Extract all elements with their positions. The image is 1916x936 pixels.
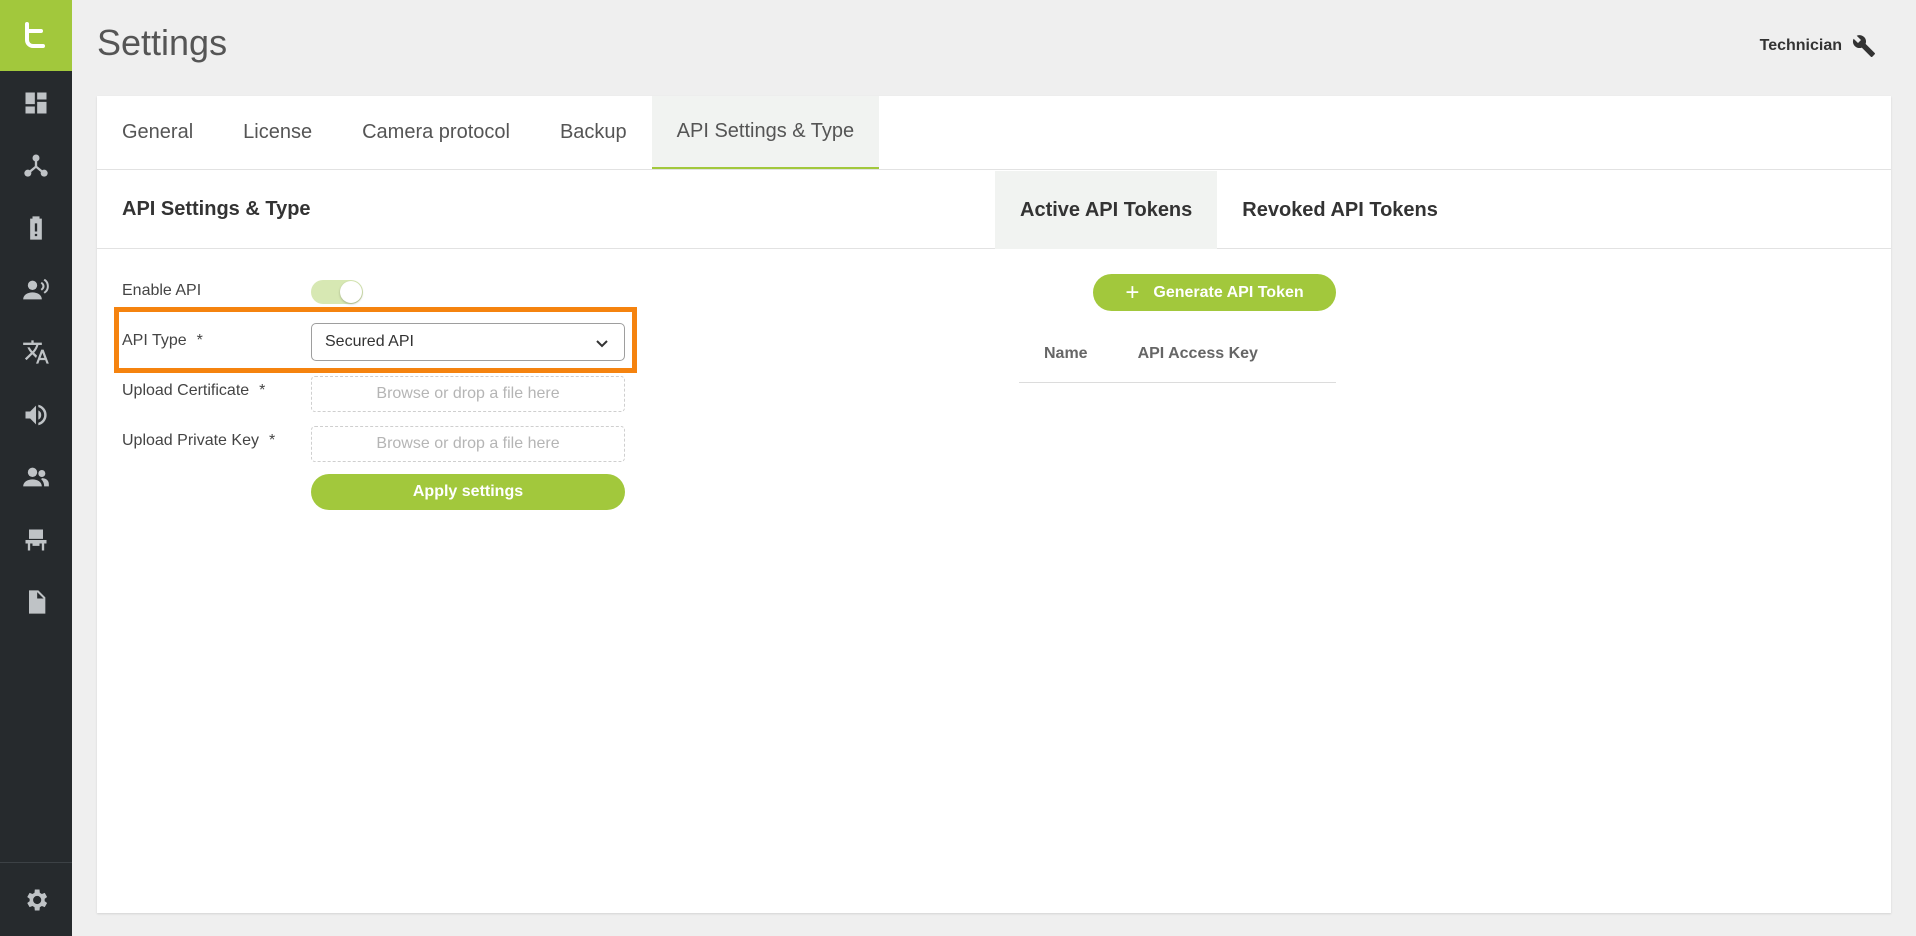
tab-license[interactable]: License: [218, 96, 337, 169]
upload-certificate-label-text: Upload Certificate: [122, 382, 250, 399]
sidebar-item-audio[interactable]: [0, 390, 72, 440]
tab-camera-protocol[interactable]: Camera protocol: [337, 96, 535, 169]
sidebar-item-seats[interactable]: [0, 515, 72, 565]
users-icon: [23, 467, 49, 487]
tab-api-settings[interactable]: API Settings & Type: [651, 96, 880, 169]
wrench-icon: [1852, 35, 1875, 57]
section-title: API Settings & Type: [122, 198, 311, 220]
network-icon: [24, 154, 48, 177]
section-header: API Settings & Type Active API Tokens Re…: [97, 171, 1891, 249]
logo-icon: [25, 21, 45, 48]
sidebar-item-documents[interactable]: [0, 577, 72, 627]
upload-private-key-label-text: Upload Private Key: [122, 432, 259, 449]
api-type-label: API Type *: [122, 332, 203, 350]
app-logo[interactable]: [0, 0, 72, 71]
token-tabs: Active API Tokens Revoked API Tokens: [995, 171, 1463, 249]
sidebar-item-battery[interactable]: [0, 203, 72, 253]
user-role-label: Technician: [1759, 37, 1842, 54]
api-type-label-text: API Type: [122, 332, 187, 349]
sidebar-item-dashboard[interactable]: [0, 78, 72, 128]
translate-icon: [23, 340, 49, 364]
chevron-down-icon: [596, 340, 608, 348]
tab-active-api-tokens[interactable]: Active API Tokens: [995, 171, 1218, 249]
dashboard-icon: [25, 92, 47, 114]
sidebar-item-network[interactable]: [0, 140, 72, 190]
enable-api-label: Enable API: [122, 282, 202, 299]
seat-icon: [25, 529, 47, 551]
user-menu[interactable]: Technician: [1760, 34, 1876, 58]
tab-general[interactable]: General: [97, 96, 218, 169]
api-type-value: Secured API: [325, 333, 414, 350]
upload-private-key-dropzone[interactable]: Browse or drop a file here: [311, 426, 625, 462]
generate-api-token-button[interactable]: + Generate API Token: [1093, 274, 1336, 311]
sidebar-item-settings[interactable]: [0, 862, 72, 936]
token-table-header: Name API Access Key: [1019, 326, 1336, 383]
apply-settings-button[interactable]: Apply settings: [311, 474, 625, 510]
volume-icon: [25, 404, 47, 426]
sidebar-item-announcements[interactable]: [0, 265, 72, 315]
upload-certificate-label: Upload Certificate *: [122, 382, 265, 400]
sidebar-item-languages[interactable]: [0, 327, 72, 377]
gear-icon: [27, 889, 48, 910]
page-title: Settings: [97, 22, 228, 63]
sidebar: [0, 0, 72, 936]
speaker-person-icon: [23, 278, 49, 300]
tab-revoked-api-tokens[interactable]: Revoked API Tokens: [1217, 171, 1463, 249]
sidebar-item-users[interactable]: [0, 452, 72, 502]
toggle-knob: [340, 281, 362, 303]
required-mark: *: [259, 382, 266, 399]
settings-card: General License Camera protocol Backup A…: [97, 96, 1891, 913]
generate-api-token-label: Generate API Token: [1153, 283, 1304, 301]
enable-api-toggle[interactable]: [311, 280, 363, 304]
upload-certificate-dropzone[interactable]: Browse or drop a file here: [311, 376, 625, 412]
document-icon: [29, 590, 46, 614]
required-mark: *: [196, 332, 203, 349]
column-header-name[interactable]: Name: [1044, 345, 1088, 363]
required-mark: *: [268, 432, 276, 449]
tab-backup[interactable]: Backup: [535, 96, 652, 169]
settings-tabs: General License Camera protocol Backup A…: [97, 96, 1891, 170]
column-header-api-access-key[interactable]: API Access Key: [1138, 345, 1258, 363]
api-type-select[interactable]: Secured API: [311, 323, 625, 361]
upload-private-key-label: Upload Private Key *: [122, 432, 275, 450]
battery-icon: [30, 216, 42, 240]
plus-icon: +: [1125, 278, 1140, 306]
